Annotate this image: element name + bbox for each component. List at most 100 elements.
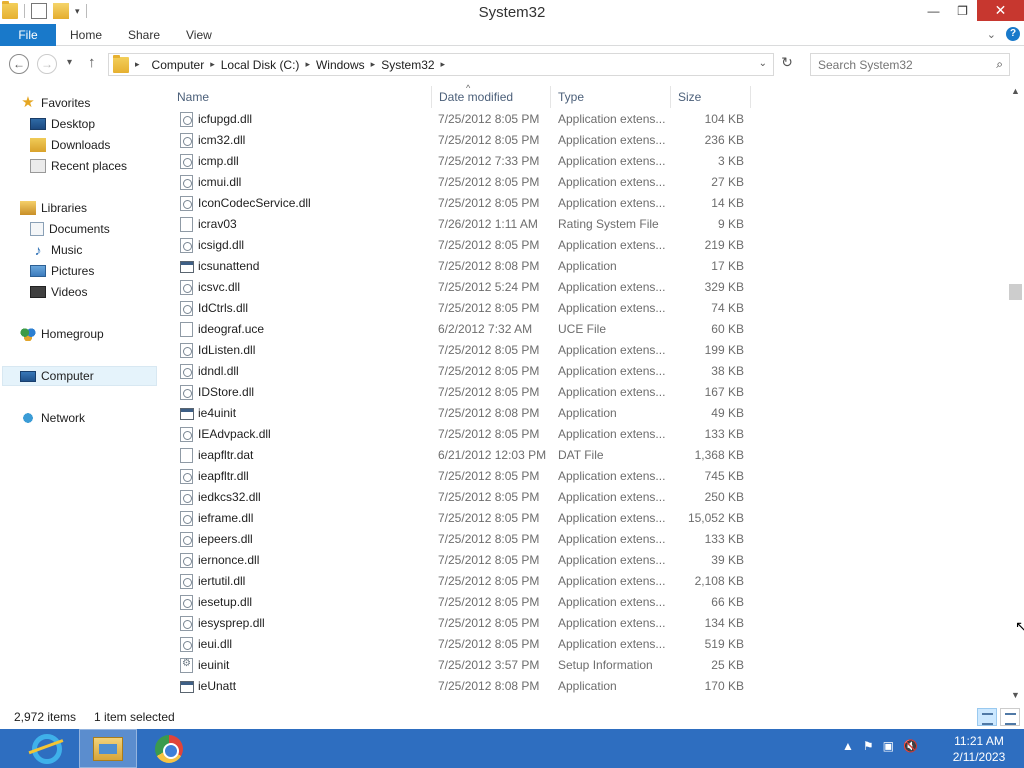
recent-locations-icon[interactable]: ▾ [67,57,72,68]
file-row[interactable]: ideograf.uce 6/2/2012 7:32 AM UCE File 60 K… [170,319,752,340]
search-input[interactable] [811,57,981,72]
homegroup-icon [20,327,36,341]
refresh-button[interactable]: ↻ [776,54,798,76]
nav-music[interactable]: ♪ Music [30,240,83,260]
file-row[interactable]: iepeers.dll 7/25/2012 8:05 PM Application … [170,529,752,550]
file-date-modified: 7/25/2012 8:05 PM [438,427,540,441]
breadcrumb-windows[interactable]: Windows [310,58,371,72]
file-row[interactable]: idndl.dll 7/25/2012 8:05 PM Application ex… [170,361,752,382]
file-size: 1,368 KB [694,448,744,462]
close-button[interactable]: ✕ [977,0,1024,21]
column-size[interactable]: Size [671,86,751,108]
taskbar-file-explorer[interactable] [79,729,137,768]
file-size: 25 KB [711,658,744,672]
file-row[interactable]: icmp.dll 7/25/2012 7:33 PM Application ext… [170,151,752,172]
restore-button[interactable]: ❐ [948,0,977,21]
chrome-icon [155,734,183,763]
file-type: Application [558,406,617,420]
address-bar[interactable]: ▸ Computer ▸ Local Disk (C:) ▸ Windows ▸… [108,53,774,76]
file-row[interactable]: icsvc.dll 7/25/2012 5:24 PM Application ex… [170,277,752,298]
nav-label: Homegroup [41,327,104,341]
scroll-up-icon[interactable]: ▲ [1011,86,1020,96]
application-icon [180,408,194,420]
minimize-button[interactable]: — [919,0,948,21]
nav-videos[interactable]: Videos [30,282,87,302]
nav-documents[interactable]: Documents [30,219,110,239]
file-row[interactable]: ieapfltr.dll 7/25/2012 8:05 PM Application… [170,466,752,487]
file-row[interactable]: ieui.dll 7/25/2012 8:05 PM Application ext… [170,634,752,655]
nav-computer[interactable]: Computer [2,366,157,386]
breadcrumb-local-disk[interactable]: Local Disk (C:) [215,58,306,72]
file-row[interactable]: ieapfltr.dat 6/21/2012 12:03 PM DAT File 1,… [170,445,752,466]
network-status-icon[interactable]: ▣ [883,739,894,753]
file-row[interactable]: iertutil.dll 7/25/2012 8:05 PM Application… [170,571,752,592]
column-name[interactable]: Name [170,86,432,108]
volume-muted-icon[interactable]: 🔇 [903,739,918,753]
scroll-down-icon[interactable]: ▼ [1011,690,1020,700]
forward-button[interactable]: → [37,54,57,74]
nav-recent-places[interactable]: Recent places [30,156,127,176]
file-row[interactable]: icmui.dll 7/25/2012 8:05 PM Application ex… [170,172,752,193]
crumb-separator-icon[interactable]: ▸ [441,59,446,70]
vertical-scrollbar[interactable]: ▲ ▼ [1007,86,1024,705]
dll-file-icon [180,238,193,253]
nav-desktop[interactable]: Desktop [30,114,95,134]
tab-share[interactable]: Share [128,24,160,46]
file-row[interactable]: ieUnatt 7/25/2012 8:08 PM Application 170 K… [170,676,752,697]
title-bar: ▾ System32 — ❐ ✕ [0,0,1024,24]
breadcrumb-computer[interactable]: Computer [146,58,211,72]
large-icons-view-button[interactable] [1000,708,1020,726]
search-box[interactable]: ⌕ [810,53,1010,76]
file-row[interactable]: IdCtrls.dll 7/25/2012 8:05 PM Application … [170,298,752,319]
details-view-button[interactable] [977,708,997,726]
action-center-flag-icon[interactable]: ⚑ [863,739,874,753]
column-type[interactable]: Type [551,86,671,108]
file-date-modified: 7/25/2012 3:57 PM [438,658,540,672]
nav-pictures[interactable]: Pictures [30,261,94,281]
nav-network[interactable]: Network [20,408,85,428]
nav-homegroup[interactable]: Homegroup [20,324,104,344]
nav-downloads[interactable]: Downloads [30,135,110,155]
up-button[interactable]: ↑ [88,54,96,71]
file-row[interactable]: ieframe.dll 7/25/2012 8:05 PM Application … [170,508,752,529]
taskbar-internet-explorer[interactable] [18,729,76,768]
help-icon[interactable]: ? [1006,27,1020,41]
nav-libraries[interactable]: Libraries [20,198,87,218]
nav-favorites[interactable]: ★ Favorites [20,93,90,113]
taskbar-chrome[interactable] [140,729,198,768]
file-row[interactable]: IdListen.dll 7/25/2012 8:05 PM Application… [170,340,752,361]
nav-label: Network [41,411,86,425]
file-row[interactable]: IEAdvpack.dll 7/25/2012 8:05 PM Applicatio… [170,424,752,445]
file-type: Application extens... [558,196,666,210]
file-row[interactable]: ie4uinit 7/25/2012 8:08 PM Application 49 K… [170,403,752,424]
file-name: icrav03 [198,217,237,231]
file-row[interactable]: iesetup.dll 7/25/2012 8:05 PM Application … [170,592,752,613]
file-row[interactable]: icsunattend 7/25/2012 8:08 PM Application 1… [170,256,752,277]
scrollbar-thumb[interactable] [1009,284,1022,300]
file-row[interactable]: icm32.dll 7/25/2012 8:05 PM Application ex… [170,130,752,151]
file-row[interactable]: IDStore.dll 7/25/2012 8:05 PM Application … [170,382,752,403]
file-type: Application [558,679,617,693]
show-hidden-icons-icon[interactable]: ▲ [842,739,854,753]
file-row[interactable]: iesysprep.dll 7/25/2012 8:05 PM Applicatio… [170,613,752,634]
recent-places-icon [30,159,46,173]
system-clock[interactable]: 11:21 AM 2/11/2023 [940,733,1018,765]
back-arrow-icon: ← [13,57,25,71]
column-date-modified[interactable]: Date modified [432,86,551,108]
file-size: 15,052 KB [687,511,744,525]
address-dropdown-icon[interactable]: ⌄ [759,58,767,69]
tab-view[interactable]: View [186,24,212,46]
file-row[interactable]: iernonce.dll 7/25/2012 8:05 PM Application… [170,550,752,571]
breadcrumb-system32[interactable]: System32 [375,58,440,72]
search-icon[interactable]: ⌕ [996,57,1003,72]
file-row[interactable]: icsigd.dll 7/25/2012 8:05 PM Application e… [170,235,752,256]
file-row[interactable]: IconCodecService.dll 7/25/2012 8:05 PM App… [170,193,752,214]
file-row[interactable]: icrav03 7/26/2012 1:11 AM Rating System Fi… [170,214,752,235]
tab-home[interactable]: Home [70,24,102,46]
file-row[interactable]: ieuinit 7/25/2012 3:57 PM Setup Informatio… [170,655,752,676]
file-row[interactable]: iedkcs32.dll 7/25/2012 8:05 PM Application… [170,487,752,508]
expand-ribbon-icon[interactable]: ⌄ [987,28,996,41]
file-row[interactable]: icfupgd.dll 7/25/2012 8:05 PM Application … [170,109,752,130]
back-button[interactable]: ← [9,54,29,74]
tab-file[interactable]: File [0,24,56,46]
